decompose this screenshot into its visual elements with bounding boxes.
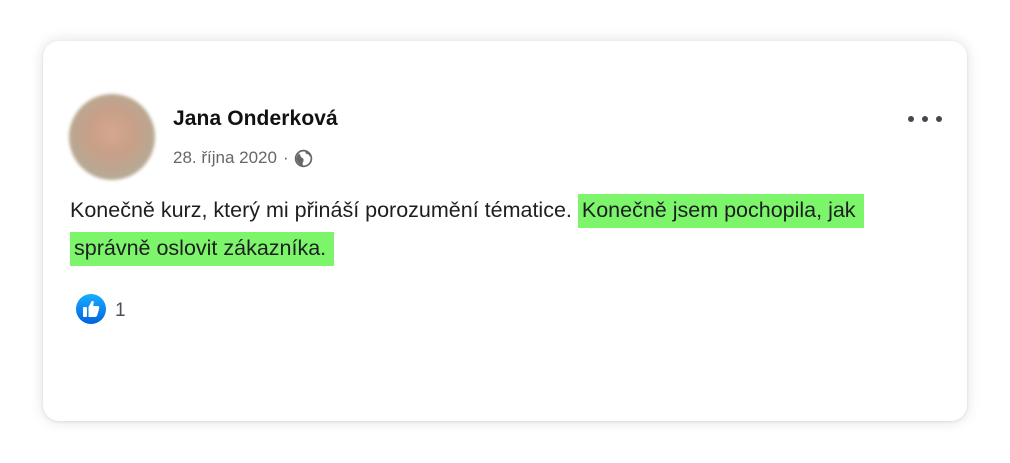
- post-text-plain: Konečně kurz, který mi přináší porozuměn…: [70, 198, 578, 222]
- author-name[interactable]: Jana Onderková: [173, 107, 338, 131]
- globe-icon: [294, 149, 313, 168]
- page: Jana Onderková 28. října 2020 · Konečně …: [0, 0, 1010, 463]
- reaction-count: 1: [115, 300, 126, 321]
- post-date[interactable]: 28. října 2020: [173, 148, 277, 168]
- post-meta: 28. října 2020 ·: [173, 148, 313, 168]
- more-dot: [936, 116, 942, 122]
- post-card: Jana Onderková 28. října 2020 · Konečně …: [43, 41, 967, 421]
- more-dot: [908, 116, 914, 122]
- avatar[interactable]: [69, 94, 155, 180]
- meta-separator: ·: [282, 148, 289, 167]
- post-text: Konečně kurz, který mi přináší porozuměn…: [70, 191, 930, 267]
- post-options-button[interactable]: [905, 111, 945, 127]
- reactions-summary[interactable]: 1: [75, 293, 126, 325]
- like-icon: [75, 293, 107, 325]
- more-dot: [922, 116, 928, 122]
